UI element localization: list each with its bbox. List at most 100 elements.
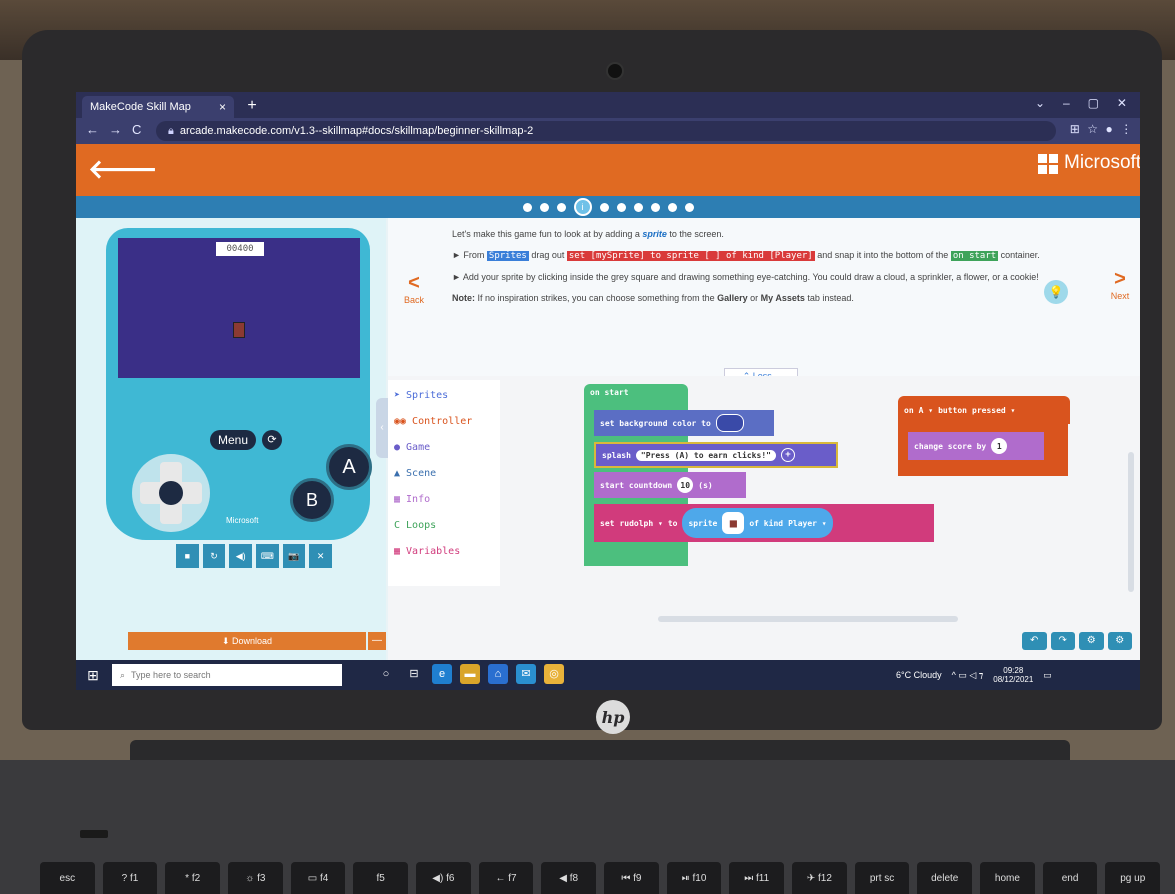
chrome-icon[interactable]: ◎ <box>544 664 564 684</box>
reload-icon[interactable]: C <box>132 122 141 140</box>
download-button[interactable]: ⬇ Download <box>128 632 366 650</box>
set-sprite-block-chip[interactable]: set [mySprite] to sprite [ ] of kind [Pl… <box>566 251 815 261</box>
collapse-toolbox-icon[interactable]: ‹ <box>376 398 388 458</box>
color-swatch[interactable] <box>715 414 744 432</box>
cortana-icon[interactable]: ○ <box>376 664 396 684</box>
key[interactable]: end <box>1042 862 1098 894</box>
variable-dropdown[interactable]: rudolph ▾ <box>619 519 662 528</box>
key[interactable]: prt sc <box>854 862 910 894</box>
change-value-field[interactable]: 1 <box>991 438 1008 454</box>
windows-start-icon[interactable]: ⊞ <box>84 666 102 684</box>
toolbox-variables[interactable]: ▦ Variables <box>394 540 498 562</box>
notifications-icon[interactable]: ▭ <box>1043 670 1052 681</box>
maximize-button[interactable]: ▢ <box>1088 96 1099 114</box>
key[interactable]: ← f7 <box>478 862 534 894</box>
key[interactable]: home <box>980 862 1035 894</box>
tab-search-icon[interactable]: ⌄ <box>1035 96 1045 114</box>
lightbulb-icon[interactable]: 💡 <box>1044 280 1068 304</box>
progress-dot[interactable] <box>522 202 532 212</box>
fullscreen-icon[interactable]: ✕ <box>309 544 333 568</box>
bookmark-star-icon[interactable]: ☆ <box>1087 122 1098 140</box>
sprite-of-kind-block[interactable]: sprite ■ of kind Player ▾ <box>682 508 833 538</box>
progress-dot[interactable] <box>616 202 626 212</box>
edge-icon[interactable]: e <box>432 664 452 684</box>
browser-menu-icon[interactable]: ⋮ <box>1120 122 1132 140</box>
toolbox-info[interactable]: ▦ Info <box>394 488 498 510</box>
set-background-color-block[interactable]: set background color to <box>594 410 774 436</box>
close-window-button[interactable]: ✕ <box>1117 96 1127 114</box>
button-dropdown[interactable]: A ▾ <box>919 406 933 415</box>
key[interactable]: f5 <box>353 862 409 894</box>
key[interactable]: ✈ f12 <box>792 862 847 894</box>
on-start-chip[interactable]: on start <box>950 251 999 261</box>
weather-widget[interactable]: 6°C Cloudy <box>896 670 942 680</box>
new-tab-button[interactable]: + <box>242 96 262 116</box>
splash-block[interactable]: splash "Press (A) to earn clicks!" + <box>594 442 838 468</box>
browser-tab[interactable]: MakeCode Skill Map × <box>82 96 234 118</box>
toolbox-scene[interactable]: ▲ Scene <box>394 462 498 484</box>
tab-close-icon[interactable]: × <box>219 100 226 114</box>
key[interactable]: ⏮ f9 <box>604 862 659 894</box>
change-score-block[interactable]: change score by 1 <box>908 432 1044 460</box>
key[interactable]: ⏭ f11 <box>729 862 785 894</box>
forward-icon[interactable]: → <box>109 122 122 140</box>
progress-dot[interactable] <box>599 202 609 212</box>
countdown-value-field[interactable]: 10 <box>677 477 694 493</box>
minimize-button[interactable]: – <box>1063 96 1070 114</box>
previous-step-button[interactable]: < Back <box>394 272 434 322</box>
a-button[interactable]: A <box>326 444 372 490</box>
sprite-image-field[interactable]: ■ <box>722 512 745 534</box>
key[interactable]: * f2 <box>165 862 221 894</box>
key[interactable]: ⏯ f10 <box>666 862 722 894</box>
progress-dot[interactable] <box>667 202 677 212</box>
mail-icon[interactable]: ✉ <box>516 664 536 684</box>
clock[interactable]: 09:28 08/12/2021 <box>993 666 1033 684</box>
stop-icon[interactable]: ■ <box>176 544 199 568</box>
progress-dot[interactable] <box>650 202 660 212</box>
key[interactable]: ◀ f8 <box>541 862 597 894</box>
on-button-pressed-block[interactable]: on A ▾ button pressed ▾ <box>898 396 1070 424</box>
undo-icon[interactable]: ↶ <box>1022 632 1047 650</box>
redo-icon[interactable]: ↷ <box>1050 632 1075 650</box>
progress-dot-current[interactable]: i <box>573 198 592 216</box>
progress-dot[interactable] <box>633 202 643 212</box>
file-explorer-icon[interactable]: ▬ <box>460 664 480 684</box>
tray-icons[interactable]: ^ ▭ ◁ ⁊ <box>952 670 984 681</box>
sound-icon[interactable]: ◀) <box>229 544 253 568</box>
menu-button[interactable]: Menu <box>210 430 256 450</box>
kind-dropdown[interactable]: Player ▾ <box>788 519 827 528</box>
game-screen[interactable] <box>118 238 360 378</box>
key[interactable]: ▭ f4 <box>290 862 346 894</box>
sprites-category-chip[interactable]: Sprites <box>486 251 529 261</box>
key[interactable]: delete <box>917 862 973 894</box>
toolbox-sprites[interactable]: ➤ Sprites <box>394 384 498 406</box>
key[interactable]: ☼ f3 <box>228 862 283 894</box>
taskbar-search-field[interactable]: ⌕ Type here to search <box>112 664 342 686</box>
progress-dot[interactable] <box>556 202 566 212</box>
back-arrow-icon[interactable]: 🡐 <box>88 154 158 184</box>
toolbox-controller[interactable]: ◉◉ Controller <box>394 410 498 432</box>
screenshot-icon[interactable]: 📷 <box>282 544 306 568</box>
next-step-button[interactable]: > Next <box>1100 268 1140 318</box>
vertical-scrollbar[interactable] <box>1128 452 1134 592</box>
keyboard-icon[interactable]: ⌨ <box>256 544 279 568</box>
b-button[interactable]: B <box>290 478 334 522</box>
event-dropdown[interactable]: pressed ▾ <box>972 406 1015 415</box>
horizontal-scrollbar[interactable] <box>658 616 958 622</box>
download-more-button[interactable]: — <box>368 632 386 650</box>
progress-dot[interactable] <box>539 202 549 212</box>
zoom-out-icon[interactable]: ⚙ <box>1107 632 1132 650</box>
extensions-icon[interactable]: ⊞ <box>1070 122 1080 140</box>
key[interactable]: pg up <box>1105 862 1161 894</box>
key[interactable]: ◀) f6 <box>416 862 471 894</box>
zoom-in-icon[interactable]: ⚙ <box>1079 632 1104 650</box>
start-countdown-block[interactable]: start countdown 10 (s) <box>594 472 746 498</box>
progress-dot[interactable] <box>684 202 694 212</box>
url-field[interactable]: 🔒︎ arcade.makecode.com/v1.3--skillmap#do… <box>156 121 1056 141</box>
reset-icon[interactable]: ⟳ <box>262 430 282 450</box>
back-icon[interactable]: ← <box>86 122 99 140</box>
plus-icon[interactable]: + <box>780 448 795 462</box>
sprite-link[interactable]: sprite <box>642 229 667 239</box>
restart-icon[interactable]: ↻ <box>202 544 226 568</box>
key[interactable]: ? f1 <box>102 862 158 894</box>
